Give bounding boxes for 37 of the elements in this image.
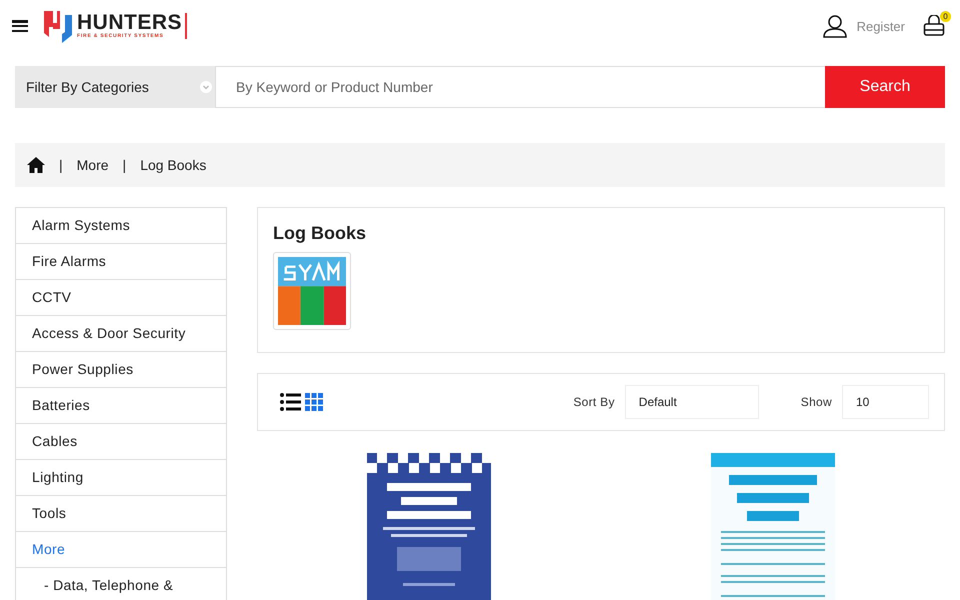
- breadcrumb-separator: |: [122, 157, 126, 173]
- cart-count-badge: 0: [940, 11, 951, 22]
- subcategory-link[interactable]: - Data, Telephone &: [16, 568, 226, 600]
- register-link[interactable]: Register: [856, 18, 905, 34]
- category-link[interactable]: Fire Alarms: [16, 244, 226, 280]
- category-link[interactable]: Batteries: [16, 388, 226, 424]
- chevron-down-icon: [200, 81, 212, 93]
- category-filter-dropdown[interactable]: Filter By Categories: [15, 66, 215, 108]
- breadcrumb-link[interactable]: Log Books: [140, 157, 206, 173]
- category-link[interactable]: CCTV: [16, 280, 226, 316]
- grid-view-button[interactable]: [305, 393, 323, 411]
- sort-dropdown[interactable]: Default: [624, 385, 759, 419]
- show-label: Show: [800, 395, 832, 409]
- search-button[interactable]: Search: [825, 66, 945, 108]
- logo-icon: [44, 9, 74, 43]
- category-link[interactable]: Cables: [16, 424, 226, 460]
- category-title: Log Books: [273, 223, 367, 244]
- log-book-cover-image[interactable]: [367, 453, 491, 600]
- category-link[interactable]: Tools: [16, 496, 226, 532]
- category-link[interactable]: Power Supplies: [16, 352, 226, 388]
- report-book-cover-image[interactable]: [711, 453, 835, 600]
- user-icon[interactable]: [822, 14, 847, 38]
- sort-label: Sort By: [573, 395, 615, 409]
- category-link[interactable]: Access & Door Security: [16, 316, 226, 352]
- menu-icon[interactable]: [12, 20, 28, 32]
- shopping-bag-icon[interactable]: [923, 15, 945, 37]
- category-link[interactable]: Lighting: [16, 460, 226, 496]
- breadcrumb-separator: |: [59, 157, 63, 173]
- category-link[interactable]: Alarm Systems: [16, 208, 226, 244]
- log-books-thumbnail-image[interactable]: [273, 252, 351, 330]
- category-link[interactable]: More: [16, 532, 226, 568]
- logo-name: HUNTERS: [77, 13, 182, 33]
- breadcrumb-link[interactable]: More: [76, 157, 109, 173]
- home-icon[interactable]: [27, 157, 45, 173]
- show-dropdown[interactable]: 10: [842, 385, 929, 419]
- list-view-button[interactable]: [280, 393, 301, 411]
- search-field[interactable]: By Keyword or Product Number: [215, 66, 825, 108]
